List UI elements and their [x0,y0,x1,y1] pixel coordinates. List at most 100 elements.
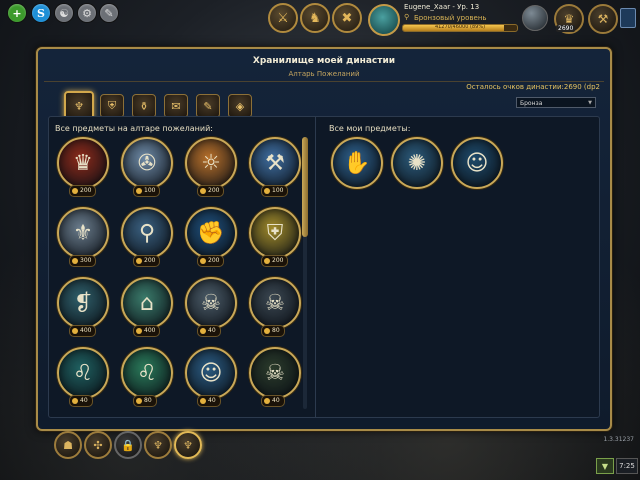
lion-icon: ♌ [57,347,109,399]
tab-banner[interactable]: ⛨ [100,94,124,118]
orb-button[interactable] [522,5,548,31]
player-name-level: Eugene_Xaar - Ур. 13 [404,3,480,11]
beast-icon: ☠ [185,277,237,329]
altar-item[interactable]: ☠ 40 [183,277,239,337]
coin-icon [72,258,78,264]
altar-item[interactable]: ☠ 40 [247,347,303,407]
altar-item[interactable]: ☺ 40 [183,347,239,407]
dynasty-vault-button[interactable]: ♆ [174,431,202,459]
price-value: 80 [272,327,280,334]
coin-icon [264,328,270,334]
altar-item[interactable]: ♌ 80 [119,347,175,407]
price-value: 40 [272,397,280,404]
coin-icon [200,258,206,264]
coin-icon [264,188,270,194]
item-price: 200 [197,255,225,267]
tier-select-value: Бронза [520,100,543,107]
tab-letter[interactable]: ✎ [196,94,220,118]
player-avatar[interactable] [368,4,400,36]
altar-item[interactable]: ⚜ 300 [55,207,111,267]
settings-icon-button[interactable]: ⚙ [78,4,96,22]
price-value: 100 [272,187,284,194]
my-item[interactable]: ✺ [389,137,445,197]
altar-item[interactable]: ⚒ 100 [247,137,303,197]
my-item[interactable]: ✋ [329,137,385,197]
xp-text: 41270/46000 (89%) [434,24,486,30]
price-value: 100 [144,187,156,194]
item-price: 80 [261,325,285,337]
item-price: 100 [133,185,161,197]
item-price: 40 [197,395,221,407]
heroes-nav-button[interactable]: ♞ [300,3,330,33]
coin-icon [136,398,142,404]
price-value: 300 [80,257,92,264]
item-price: 300 [69,255,97,267]
coin-icon [136,188,142,194]
item-price: 40 [261,395,285,407]
xp-bar: 41270/46000 (89%) [402,24,518,32]
item-price: 200 [133,255,161,267]
tools-button[interactable]: ⚒ [588,4,618,34]
locked-button[interactable]: 🔒 [114,431,142,459]
tab-chalice[interactable]: ⚱ [132,94,156,118]
item-price: 400 [69,325,97,337]
boot-button[interactable]: ☗ [54,431,82,459]
altar-item[interactable]: ✇ 100 [119,137,175,197]
altar-item[interactable]: ☠ 80 [247,277,303,337]
house-icon: ⌂ [121,277,173,329]
altar-item[interactable]: ♌ 40 [55,347,111,407]
item-price: 40 [69,395,93,407]
chat-toggle-button[interactable]: ▼ [596,458,614,474]
my-items-label: Все мои предметы: [329,124,411,133]
price-value: 200 [144,257,156,264]
altar-item[interactable]: ⛨ 200 [247,207,303,267]
coin-icon [200,328,206,334]
price-value: 40 [208,397,216,404]
clock: 7:25 [616,458,638,474]
altar-item[interactable]: ♛ 200 [55,137,111,197]
player-rank: Бронзовый уровень [414,14,487,22]
altar-item[interactable]: ❡ 400 [55,277,111,337]
price-value: 200 [208,187,220,194]
laurel-button[interactable]: ♆ [144,431,172,459]
social-icon-button[interactable]: ☯ [55,4,73,22]
item-price: 400 [133,325,161,337]
shield-icon: ⛨ [249,207,301,259]
tab-gem[interactable]: ◈ [228,94,252,118]
altar-item[interactable]: ☼ 200 [183,137,239,197]
multi-arms-icon: ✺ [391,137,443,189]
mailbox-button[interactable] [620,8,636,28]
hammer-icon: ⚒ [249,137,301,189]
tab-scroll[interactable]: ✉ [164,94,188,118]
my-item[interactable]: ☺ [449,137,505,197]
skype-button[interactable]: S [32,4,50,22]
add-friend-button[interactable]: + [8,4,26,22]
skull-icon: ☠ [249,347,301,399]
talents-button[interactable]: ✣ [84,431,112,459]
item-price: 200 [69,185,97,197]
coin-icon [264,258,270,264]
item-price: 80 [133,395,157,407]
coin-icon [72,398,78,404]
compass-icon: ✇ [121,137,173,189]
item-price: 40 [197,325,221,337]
battle-nav-button[interactable]: ⚔ [268,3,298,33]
item-price: 200 [261,255,289,267]
lion-2-icon: ♌ [121,347,173,399]
dynasty-vault-panel: Хранилище моей династии Алтарь Пожеланий… [36,47,612,431]
edit-icon-button[interactable]: ✎ [100,4,118,22]
altar-item[interactable]: ⌂ 400 [119,277,175,337]
altar-item[interactable]: ✊ 200 [183,207,239,267]
coin-icon [136,328,142,334]
altar-item[interactable]: ⚲ 200 [119,207,175,267]
panel-subtitle: Алтарь Пожеланий [288,70,360,78]
coin-icon [200,188,206,194]
coin-icon [72,328,78,334]
altar-items-label: Все предметы на алтаре пожеланий: [55,124,213,133]
fist-icon: ✊ [185,207,237,259]
price-value: 40 [208,327,216,334]
crossed-swords-nav-button[interactable]: ✖ [332,3,362,33]
tier-select[interactable]: Бронза ▼ [516,97,596,108]
version-label: 1.3.31237 [603,436,634,443]
price-value: 200 [80,187,92,194]
